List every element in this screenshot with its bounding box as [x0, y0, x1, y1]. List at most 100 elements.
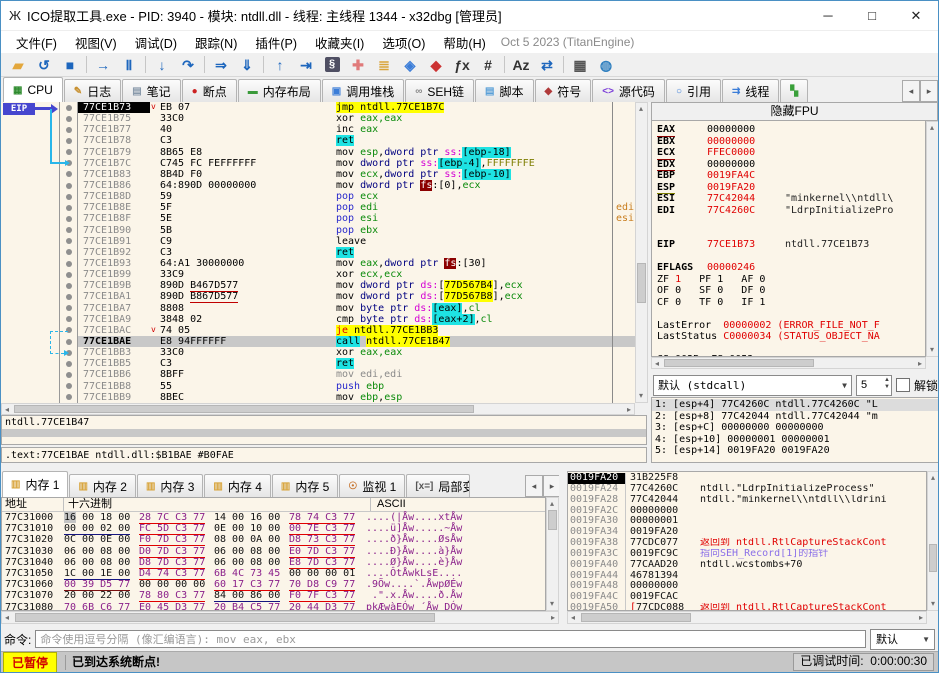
menu-item[interactable]: 文件(F) [7, 33, 66, 52]
call-arguments-panel[interactable]: 1: [esp+4] 77C4260C ntdll.77C4260C "L 2: … [651, 397, 938, 463]
registers-panel[interactable]: EAX 00000000 EBX 00000000 ECX FFEC0000 EDX 0000… [651, 121, 926, 357]
scrollbar-thumb[interactable] [581, 613, 691, 622]
tab-locals[interactable]: [x=] 局部变量 [406, 474, 471, 497]
disasm-row[interactable]: 77CE1BA9 3848 02 cmp byte ptr ds:[eax+2],c… [1, 313, 635, 325]
tab-references[interactable]: ○ 引用 [665, 79, 721, 102]
stack-row[interactable]: 0019FA2C 00000000 [568, 505, 926, 517]
breakpoint-column[interactable] [59, 168, 78, 180]
registers-horizontal-scrollbar[interactable]: ◂ ▸ [651, 357, 926, 369]
maximize-button[interactable]: □ [850, 1, 894, 31]
tab-call-stack[interactable]: ▣ 调用堆栈 [321, 79, 405, 102]
disasm-row[interactable]: 77CE1B92 C3 ret [1, 246, 635, 258]
register-row[interactable]: ESI 77C42044 "minkernel\\ntdll\ [657, 193, 925, 205]
stop-button[interactable]: ■ [57, 55, 83, 75]
attach-button[interactable]: ⇄ [534, 55, 560, 75]
register-row[interactable]: EIP 77CE1B73 ntdll.77CE1B73 [657, 239, 925, 251]
breakpoint-column[interactable] [59, 179, 78, 192]
call-argument-row[interactable]: 3: [esp+C] 00000000 00000000 [652, 422, 938, 434]
step-out-button[interactable]: ↑ [267, 55, 293, 75]
command-profile-select[interactable]: 默认 ▼ [870, 628, 935, 650]
disasm-row[interactable]: 77CE1BB3 33C0 xor eax,eax [1, 347, 635, 359]
scrollbar-thumb[interactable] [637, 263, 646, 303]
tab-dump3[interactable]: ▥ 内存 3 [136, 474, 204, 497]
breakpoint-column[interactable] [59, 313, 78, 325]
close-button[interactable]: ✕ [894, 1, 938, 31]
breakpoint-column[interactable] [59, 102, 78, 114]
scrollbar-thumb[interactable] [14, 405, 474, 413]
menu-item[interactable]: 插件(P) [246, 33, 306, 52]
breakpoint-column[interactable] [59, 269, 78, 281]
register-row[interactable]: EBX 00000000 [657, 136, 925, 148]
breakpoint-column[interactable] [59, 213, 78, 225]
register-info-row[interactable]: LastError 00000002 (ERROR_FILE_NOT_F [657, 320, 925, 332]
bookmark-button[interactable]: ◆ [423, 55, 449, 75]
scrollbar-thumb[interactable] [664, 359, 814, 367]
disasm-row[interactable]: 77CE1B91 C9 leave [1, 235, 635, 247]
breakpoint-column[interactable] [59, 369, 78, 381]
animate-into-button[interactable]: § [319, 55, 345, 75]
calling-convention-select[interactable]: 默认 (stdcall) ▼ [653, 374, 852, 396]
register-info-row[interactable]: OF 0 SF 0 DF 0 [657, 285, 925, 297]
breakpoint-column[interactable] [59, 380, 78, 392]
stack-row[interactable]: 0019FA40 77CAAD20 ntdll.wcstombs+70 [568, 559, 926, 571]
tab-watch1[interactable]: ☉ 监视 1 [339, 474, 406, 497]
open-folder-button[interactable]: ▰ [5, 55, 31, 75]
menu-item[interactable]: 收藏夹(I) [306, 33, 373, 52]
bottom-panels-splitter[interactable] [559, 471, 567, 626]
breakpoint-column[interactable] [59, 246, 78, 258]
register-row[interactable]: EDX 00000000 [657, 159, 925, 171]
scrollbar-thumb[interactable] [15, 613, 435, 622]
breakpoint-column[interactable] [59, 191, 78, 203]
disasm-row[interactable]: 77CE1BA1 890D B867D577 mov dword ptr ds:[7… [1, 291, 635, 304]
unlock-checkbox[interactable] [895, 378, 910, 392]
disasm-row[interactable]: 77CE1BA7 8808 mov byte ptr ds:[eax],cl [1, 302, 635, 314]
disasm-row[interactable]: 77CE1B99 33C9 xor ecx,ecx [1, 269, 635, 281]
disasm-row[interactable]: 77CE1B8D 59 pop ecx [1, 191, 635, 203]
breakpoint-column[interactable] [59, 302, 78, 314]
tab-dump5[interactable]: ▥ 内存 5 [271, 474, 339, 497]
breakpoint-column[interactable] [59, 113, 78, 125]
tab-handles[interactable]: ▚ [780, 79, 809, 102]
call-argument-row[interactable]: 2: [esp+8] 77C42044 ntdll.77C42044 "m [652, 411, 938, 423]
menu-item[interactable]: 帮助(H) [434, 33, 494, 52]
disasm-row[interactable]: 77CE1B77 40 inc eax [1, 124, 635, 136]
breakpoint-column[interactable] [59, 280, 78, 292]
tab-scroll-left-button[interactable]: ◂ [902, 80, 920, 102]
tab-dump1[interactable]: ▥ 内存 1 [2, 471, 69, 497]
disasm-row[interactable]: 77CE1B8F 5E pop esi esi [1, 213, 635, 225]
dump-row[interactable]: 77C31050 1C 00 1E 00 D4 74 C3 77 6B 4C 73 4… [2, 567, 545, 580]
disasm-row[interactable]: 77CE1B75 33C0 xor eax,eax [1, 113, 635, 125]
calculator-button[interactable]: ▦ [567, 55, 593, 75]
register-row[interactable]: EFLAGS 00000246 [657, 262, 925, 274]
stack-row[interactable]: 0019FA20 31B225F8 [568, 472, 926, 484]
dump-row[interactable]: 77C31010 00 00 02 00 FC 5D C3 77 0E 00 10 0… [2, 523, 545, 536]
breakpoint-column[interactable] [59, 146, 78, 158]
call-argument-row[interactable]: 1: [esp+4] 77C4260C ntdll.77C4260C "L [652, 399, 938, 411]
register-info-row[interactable]: LastStatus C0000034 (STATUS_OBJECT_NA [657, 331, 925, 343]
menu-item[interactable]: 调试(D) [126, 33, 186, 52]
tab-source[interactable]: <> 源代码 [592, 79, 665, 102]
disasm-row[interactable]: 77CE1B86 64:890D 00000000 mov dword ptr fs… [1, 179, 635, 192]
function-button[interactable]: ƒx [449, 55, 475, 75]
breakpoint-column[interactable] [59, 358, 78, 370]
breakpoint-column[interactable] [59, 257, 78, 270]
dump-row[interactable]: 77C31080 70 6B C6 77 E0 45 D3 77 20 B4 C5 7… [2, 601, 545, 610]
registers-vertical-scrollbar[interactable]: ▴ ▾ [926, 121, 938, 357]
disasm-row[interactable]: 77CE1B83 8B4D F0 mov ecx,dword ptr ss:[ebp… [1, 168, 635, 180]
disasm-row[interactable]: 77CE1BAE E8 94FFFFFF call ntdll.77CE1B47 [1, 335, 635, 348]
minimize-button[interactable]: ─ [806, 1, 850, 31]
disasm-row[interactable]: 77CE1B8E 5F pop edi edi [1, 202, 635, 214]
trace-into-button[interactable]: ⇒ [208, 55, 234, 75]
stack-row[interactable]: 0019FA28 77C42044 ntdll."minkernel\\ntdll\… [568, 494, 926, 506]
comment-button[interactable]: ≣ [371, 55, 397, 75]
tab-seh-chain[interactable]: ∞ SEH链 [405, 79, 475, 102]
dump-row[interactable]: 77C31000 16 00 18 00 28 7C C3 77 14 00 16 0… [2, 512, 545, 524]
memory-dump-panel[interactable]: 地址 十六进制 ASCII 77C31000 16 00 18 00 28 7C C… [1, 497, 546, 611]
breakpoint-column[interactable] [59, 224, 78, 236]
breakpoint-column[interactable] [59, 391, 78, 403]
stack-row[interactable]: 0019FA38 77CDC077 返回到 ntdll.RtlCaptureStac… [568, 537, 926, 549]
breakpoint-column[interactable] [59, 335, 78, 348]
disasm-row[interactable]: 77CE1B7C C745 FC FEFFFFFF mov dword ptr ss… [1, 157, 635, 169]
stack-row[interactable]: 0019FA30 00000001 [568, 516, 926, 528]
register-row[interactable]: EDI 77C4260C "LdrpInitializePro [657, 205, 925, 217]
